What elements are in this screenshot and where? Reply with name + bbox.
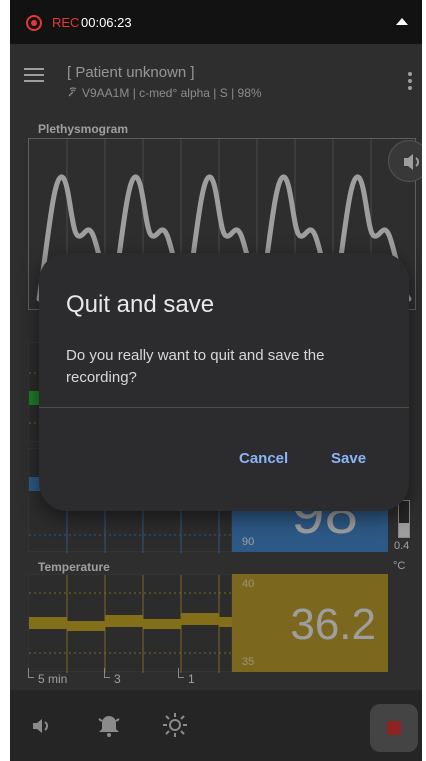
dialog-divider <box>39 407 409 408</box>
save-button[interactable]: Save <box>331 450 366 467</box>
quit-save-dialog: Quit and save Do you really want to quit… <box>39 253 409 511</box>
record-indicator-icon <box>26 15 42 31</box>
chevron-up-icon[interactable] <box>396 18 408 25</box>
recording-timer: 00:06:23 <box>81 15 132 30</box>
status-bar: REC 00:06:23 <box>10 0 422 44</box>
dialog-message: Do you really want to quit and save the … <box>66 347 325 386</box>
app-screen: REC 00:06:23 [ Patient unknown ] V9AA1M … <box>10 0 422 761</box>
rec-label: REC <box>52 15 80 30</box>
cancel-button[interactable]: Cancel <box>239 450 288 467</box>
dialog-title: Quit and save <box>66 291 215 318</box>
